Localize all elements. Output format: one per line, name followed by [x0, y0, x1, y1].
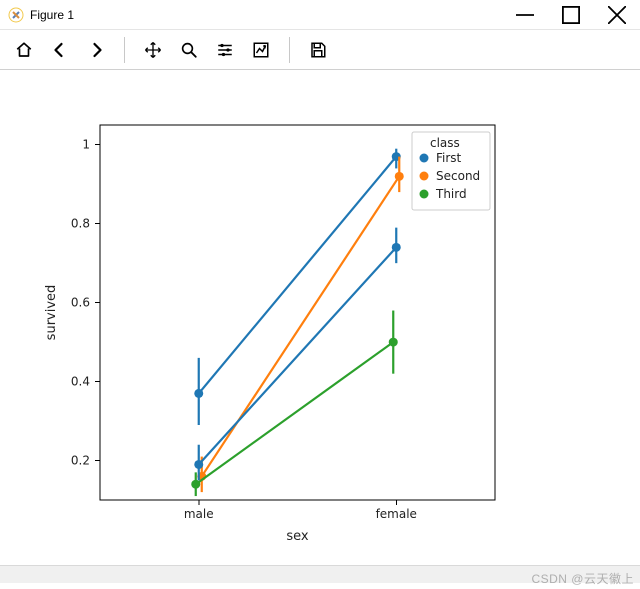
svg-text:female: female — [376, 507, 417, 521]
minimize-button[interactable] — [502, 0, 548, 30]
svg-text:male: male — [184, 507, 214, 521]
home-button[interactable] — [6, 33, 42, 67]
legend-label: First — [436, 151, 462, 165]
toolbar-separator — [124, 37, 125, 63]
edit-axes-button[interactable] — [243, 33, 279, 67]
y-tick: 0.2 — [71, 454, 100, 468]
legend-marker — [420, 190, 429, 199]
legend: class First Second Third — [412, 132, 490, 210]
configure-subplots-button[interactable] — [207, 33, 243, 67]
svg-text:0.4: 0.4 — [71, 375, 90, 389]
legend-marker — [420, 154, 429, 163]
y-axis-label: survived — [44, 285, 59, 341]
forward-button[interactable] — [78, 33, 114, 67]
svg-text:0.6: 0.6 — [71, 296, 90, 310]
y-tick: 0.4 — [71, 375, 100, 389]
svg-text:1: 1 — [82, 138, 90, 152]
svg-text:0.2: 0.2 — [71, 454, 90, 468]
watermark: CSDN @云天徽上 — [0, 583, 640, 589]
legend-marker — [420, 172, 429, 181]
pan-button[interactable] — [135, 33, 171, 67]
legend-title: class — [430, 136, 460, 150]
x-tick: male — [184, 500, 214, 521]
figure-canvas[interactable]: 0.2 0.4 0.6 0.8 1 male — [0, 70, 640, 565]
toolbar-separator — [289, 37, 290, 63]
window-titlebar: Figure 1 — [0, 0, 640, 30]
data-point — [194, 460, 203, 469]
svg-text:0.8: 0.8 — [71, 217, 90, 231]
data-point — [191, 480, 200, 489]
window-title: Figure 1 — [30, 8, 74, 22]
save-button[interactable] — [300, 33, 336, 67]
x-axis-label: sex — [286, 529, 309, 544]
y-tick: 0.6 — [71, 296, 100, 310]
data-point — [392, 243, 401, 252]
y-tick: 0.8 — [71, 217, 100, 231]
y-tick: 1 — [82, 138, 100, 152]
mpl-toolbar — [0, 30, 640, 70]
x-tick: female — [376, 500, 417, 521]
watermark-text: CSDN @云天徽上 — [531, 570, 634, 587]
data-point — [194, 389, 203, 398]
data-point — [389, 338, 398, 347]
chart-svg: 0.2 0.4 0.6 0.8 1 male — [0, 70, 640, 565]
close-button[interactable] — [594, 0, 640, 30]
maximize-button[interactable] — [548, 0, 594, 30]
back-button[interactable] — [42, 33, 78, 67]
data-point — [395, 172, 404, 181]
legend-label: Third — [435, 187, 467, 201]
legend-label: Second — [436, 169, 480, 183]
zoom-button[interactable] — [171, 33, 207, 67]
app-icon — [8, 7, 24, 23]
